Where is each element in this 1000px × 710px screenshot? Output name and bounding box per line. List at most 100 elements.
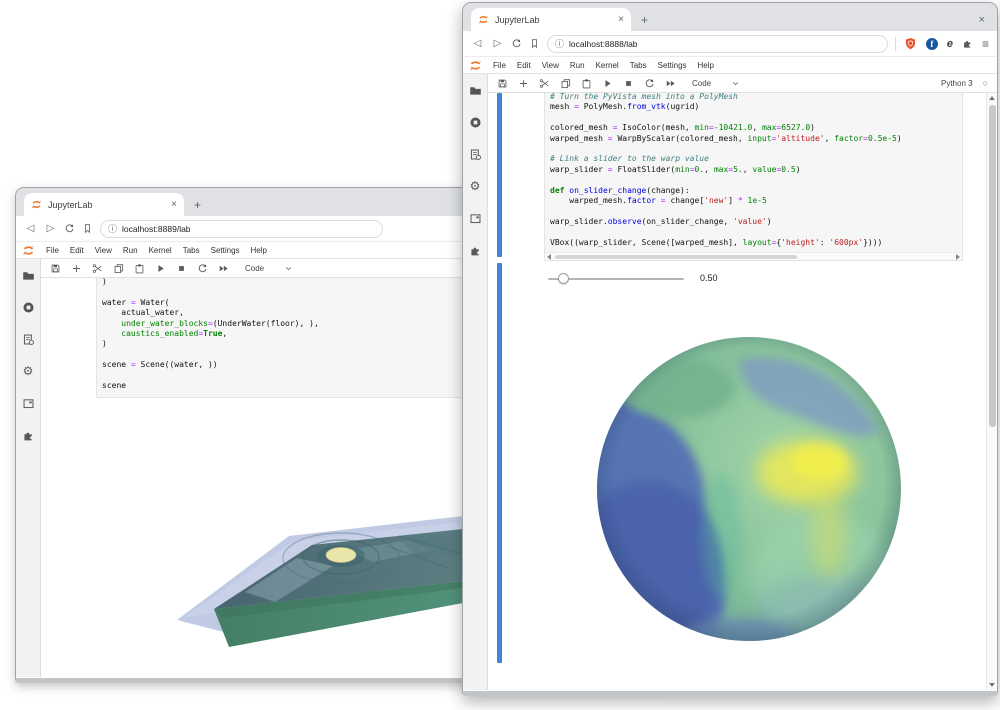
add-cell-icon[interactable] bbox=[71, 263, 82, 274]
file-browser-icon[interactable] bbox=[22, 269, 35, 282]
cell-type-select[interactable]: Code bbox=[245, 264, 264, 273]
jupyter-logo bbox=[22, 244, 35, 257]
menu-run[interactable]: Run bbox=[123, 246, 138, 255]
output-collapser[interactable] bbox=[497, 263, 502, 663]
extension-manager-icon[interactable] bbox=[469, 244, 482, 257]
notebook-vertical-scrollbar[interactable] bbox=[986, 93, 997, 690]
cell-horizontal-scrollbar[interactable] bbox=[545, 252, 962, 260]
running-sessions-icon[interactable] bbox=[469, 116, 482, 129]
window-close-icon[interactable]: × bbox=[979, 14, 989, 26]
run-cell-icon[interactable] bbox=[155, 263, 166, 274]
menu-settings[interactable]: Settings bbox=[211, 246, 240, 255]
code-cell[interactable]: # Turn the PyVista mesh into a PolyMeshm… bbox=[544, 93, 963, 261]
file-browser-icon[interactable] bbox=[469, 84, 482, 97]
jupyter-favicon bbox=[478, 14, 489, 25]
menu-file[interactable]: File bbox=[493, 61, 506, 70]
copy-cell-icon[interactable] bbox=[113, 263, 124, 274]
paste-cell-icon[interactable] bbox=[134, 263, 145, 274]
browser-tab-jupyterlab[interactable]: JupyterLab × bbox=[471, 8, 631, 31]
scroll-left-icon[interactable] bbox=[547, 254, 551, 260]
globe-scene-render[interactable] bbox=[591, 336, 913, 654]
menu-edit[interactable]: Edit bbox=[517, 61, 531, 70]
menu-view[interactable]: View bbox=[95, 246, 112, 255]
menu-kernel[interactable]: Kernel bbox=[596, 61, 619, 70]
copy-cell-icon[interactable] bbox=[560, 78, 571, 89]
site-info-icon[interactable]: ⓘ bbox=[555, 37, 564, 50]
new-tab-button[interactable]: + bbox=[641, 13, 648, 27]
warp-slider-handle[interactable] bbox=[558, 273, 569, 284]
menu-view[interactable]: View bbox=[542, 61, 559, 70]
url-text: localhost:8889/lab bbox=[122, 224, 191, 234]
stop-kernel-icon[interactable] bbox=[623, 78, 634, 89]
bookmark-icon[interactable] bbox=[529, 38, 540, 49]
tab-title: JupyterLab bbox=[48, 200, 165, 210]
water-scene-render[interactable] bbox=[147, 508, 509, 660]
reload-icon[interactable] bbox=[511, 38, 522, 49]
chevron-down-icon[interactable] bbox=[284, 264, 293, 273]
kernel-status-icon[interactable]: ○ bbox=[983, 78, 988, 88]
restart-kernel-icon[interactable] bbox=[197, 263, 208, 274]
jupyterlab-menu-bar: File Edit View Run Kernel Tabs Settings … bbox=[463, 57, 997, 74]
save-icon[interactable] bbox=[497, 78, 508, 89]
back-icon[interactable]: ◁ bbox=[471, 37, 484, 50]
menu-settings[interactable]: Settings bbox=[658, 61, 687, 70]
vscroll-thumb[interactable] bbox=[989, 105, 996, 427]
forward-icon[interactable]: ▷ bbox=[491, 37, 504, 50]
new-tab-button[interactable]: + bbox=[194, 198, 201, 212]
paste-cell-icon[interactable] bbox=[581, 78, 592, 89]
reload-icon[interactable] bbox=[64, 223, 75, 234]
property-inspector-icon[interactable] bbox=[22, 333, 35, 346]
menu-edit[interactable]: Edit bbox=[70, 246, 84, 255]
scroll-up-icon[interactable] bbox=[989, 96, 995, 100]
shield-extension-icon[interactable] bbox=[904, 37, 917, 50]
url-text: localhost:8888/lab bbox=[569, 39, 638, 49]
url-field[interactable]: ⓘ localhost:8888/lab bbox=[547, 35, 888, 53]
e-extension-icon[interactable]: e bbox=[947, 38, 953, 50]
settings-gears-icon[interactable]: ⚙ bbox=[470, 180, 481, 193]
input-collapser[interactable] bbox=[497, 93, 502, 257]
url-field[interactable]: ⓘ localhost:8889/lab bbox=[100, 220, 383, 238]
container-extension-icon[interactable]: f bbox=[926, 38, 938, 50]
bookmark-icon[interactable] bbox=[82, 223, 93, 234]
forward-icon[interactable]: ▷ bbox=[44, 222, 57, 235]
menu-help[interactable]: Help bbox=[251, 246, 267, 255]
browser-menu-icon[interactable]: ≡ bbox=[982, 37, 989, 51]
settings-gears-icon[interactable]: ⚙ bbox=[23, 365, 34, 378]
restart-run-all-icon[interactable] bbox=[665, 78, 676, 89]
menu-kernel[interactable]: Kernel bbox=[149, 246, 172, 255]
cell-type-select[interactable]: Code bbox=[692, 79, 711, 88]
extensions-bar: f e ≡ bbox=[895, 37, 989, 51]
run-cell-icon[interactable] bbox=[602, 78, 613, 89]
browser-tab-jupyterlab[interactable]: JupyterLab × bbox=[24, 193, 184, 216]
restart-run-all-icon[interactable] bbox=[218, 263, 229, 274]
scroll-down-icon[interactable] bbox=[989, 683, 995, 687]
cut-cell-icon[interactable] bbox=[539, 78, 550, 89]
chevron-down-icon[interactable] bbox=[731, 79, 740, 88]
running-sessions-icon[interactable] bbox=[22, 301, 35, 314]
site-info-icon[interactable]: ⓘ bbox=[108, 222, 117, 235]
scroll-right-icon[interactable] bbox=[956, 254, 960, 260]
tab-strip: JupyterLab × + × bbox=[463, 3, 997, 31]
menu-tabs[interactable]: Tabs bbox=[630, 61, 647, 70]
add-cell-icon[interactable] bbox=[518, 78, 529, 89]
open-tabs-icon[interactable] bbox=[469, 212, 482, 225]
code-editor[interactable]: # Turn the PyVista mesh into a PolyMeshm… bbox=[545, 93, 962, 250]
menu-run[interactable]: Run bbox=[570, 61, 585, 70]
cut-cell-icon[interactable] bbox=[92, 263, 103, 274]
open-tabs-icon[interactable] bbox=[22, 397, 35, 410]
kernel-name[interactable]: Python 3 bbox=[941, 79, 973, 88]
extension-manager-icon[interactable] bbox=[22, 429, 35, 442]
menu-help[interactable]: Help bbox=[698, 61, 714, 70]
menu-tabs[interactable]: Tabs bbox=[183, 246, 200, 255]
stop-kernel-icon[interactable] bbox=[176, 263, 187, 274]
save-icon[interactable] bbox=[50, 263, 61, 274]
tab-close-icon[interactable]: × bbox=[618, 15, 624, 25]
hscroll-thumb[interactable] bbox=[555, 255, 797, 259]
puzzle-extensions-icon[interactable] bbox=[962, 38, 973, 49]
tab-close-icon[interactable]: × bbox=[171, 200, 177, 210]
back-icon[interactable]: ◁ bbox=[24, 222, 37, 235]
menu-file[interactable]: File bbox=[46, 246, 59, 255]
property-inspector-icon[interactable] bbox=[469, 148, 482, 161]
island bbox=[326, 548, 356, 563]
restart-kernel-icon[interactable] bbox=[644, 78, 655, 89]
